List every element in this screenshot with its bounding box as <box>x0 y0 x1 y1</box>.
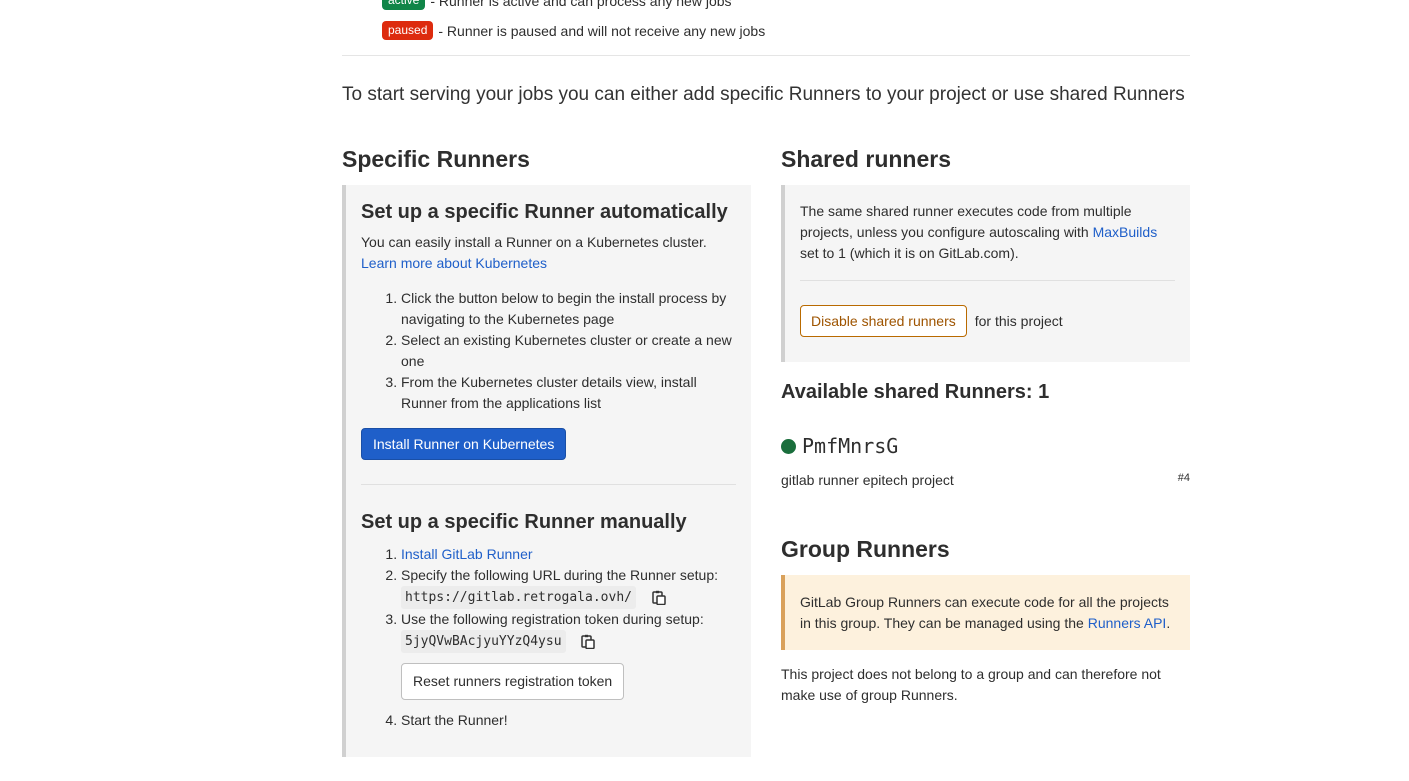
reset-token-button[interactable]: Reset runners registration token <box>401 663 625 700</box>
status-legend: active - Runner is active and can proces… <box>382 0 765 50</box>
auto-setup-steps: Click the button below to begin the inst… <box>361 288 736 414</box>
runner-status-icon <box>781 438 796 454</box>
maxbuilds-link[interactable]: MaxBuilds <box>1093 224 1158 240</box>
paused-description: - Runner is paused and will not receive … <box>438 22 766 39</box>
legend-active-row: active - Runner is active and can proces… <box>382 0 765 11</box>
shared-runners-section: Shared runners The same shared runner ex… <box>781 146 1190 706</box>
list-item: Install GitLab Runner <box>401 544 736 565</box>
shared-runners-panel: The same shared runner executes code fro… <box>781 185 1190 362</box>
active-description: - Runner is active and can process any n… <box>430 0 732 9</box>
learn-kubernetes-link[interactable]: Learn more about Kubernetes <box>361 255 547 271</box>
shared-desc-text-end: set to 1 (which it is on GitLab.com). <box>800 245 1019 261</box>
runner-item: PmfMnrsG <box>781 434 1190 458</box>
specific-runners-panel: Set up a specific Runner automatically Y… <box>342 185 751 757</box>
runner-url: https://gitlab.retrogala.ovh/ <box>401 586 636 609</box>
runner-name[interactable]: PmfMnrsG <box>802 434 898 458</box>
legend-paused-row: paused - Runner is paused and will not r… <box>382 20 765 41</box>
list-item: Use the following registration token dur… <box>401 609 736 700</box>
active-badge: active <box>382 0 426 10</box>
manual-setup-steps: Install GitLab Runner Specify the follow… <box>361 544 736 731</box>
registration-token: 5jyQVwBAcjyuYYzQ4ysu <box>401 630 566 653</box>
group-runners-info: GitLab Group Runners can execute code fo… <box>781 575 1190 650</box>
runner-id: #4 <box>1177 472 1190 484</box>
copy-icon[interactable] <box>581 634 596 650</box>
list-item: Select an existing Kubernetes cluster or… <box>401 330 736 372</box>
divider <box>342 55 1190 56</box>
token-instruction: Use the following registration token dur… <box>401 611 704 627</box>
runner-details: gitlab runner epitech project #4 <box>781 472 1190 488</box>
group-runners-description: GitLab Group Runners can execute code fo… <box>800 592 1175 634</box>
available-shared-runners-title: Available shared Runners: 1 <box>781 381 1050 403</box>
group-runners-note: This project does not belong to a group … <box>781 666 1161 703</box>
specific-runners-title: Specific Runners <box>342 146 530 172</box>
group-desc-end: . <box>1166 615 1171 631</box>
auto-setup-title: Set up a specific Runner automatically <box>361 201 728 223</box>
copy-icon[interactable] <box>652 590 666 606</box>
runner-description: gitlab runner epitech project <box>781 472 954 488</box>
paused-badge: paused <box>382 21 434 40</box>
list-item: From the Kubernetes cluster details view… <box>401 372 736 414</box>
shared-runners-title: Shared runners <box>781 146 951 172</box>
divider <box>800 280 1175 281</box>
list-item: Specify the following URL during the Run… <box>401 565 736 609</box>
divider <box>361 484 736 485</box>
specific-runners-section: Specific Runners Set up a specific Runne… <box>342 146 751 757</box>
auto-setup-description: You can easily install a Runner on a Kub… <box>361 234 707 250</box>
install-gitlab-runner-link[interactable]: Install GitLab Runner <box>401 546 533 562</box>
group-runners-title: Group Runners <box>781 536 950 562</box>
runners-api-link[interactable]: Runners API <box>1088 615 1167 631</box>
install-runner-kubernetes-button[interactable]: Install Runner on Kubernetes <box>361 428 567 460</box>
shared-runners-description: The same shared runner executes code fro… <box>800 201 1175 264</box>
intro-text: To start serving your jobs you can eithe… <box>342 84 1185 105</box>
disable-shared-runners-button[interactable]: Disable shared runners <box>800 305 967 337</box>
list-item: Start the Runner! <box>401 710 736 731</box>
disable-suffix: for this project <box>974 313 1063 329</box>
shared-desc-text: The same shared runner executes code fro… <box>800 203 1132 240</box>
url-instruction: Specify the following URL during the Run… <box>401 567 718 583</box>
list-item: Click the button below to begin the inst… <box>401 288 736 330</box>
manual-setup-title: Set up a specific Runner manually <box>361 511 687 533</box>
